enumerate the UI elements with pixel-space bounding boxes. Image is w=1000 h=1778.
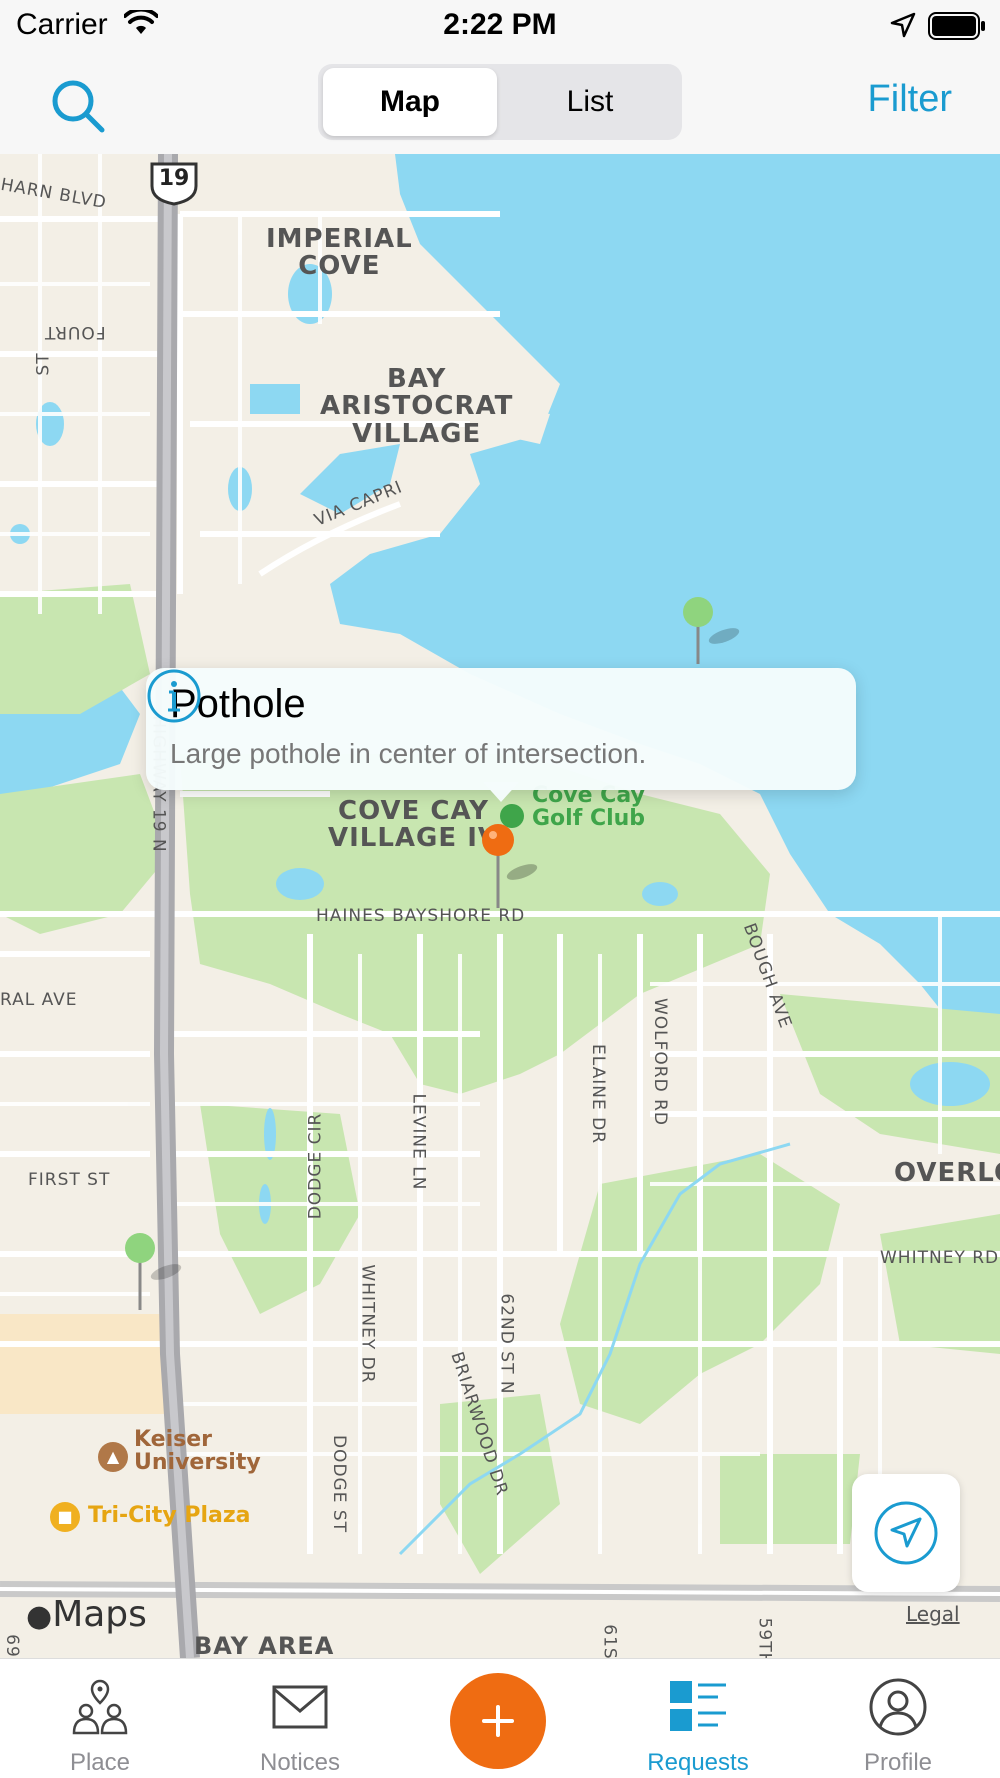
area-label-bay-aristocrat: BAY ARISTOCRAT VILLAGE	[320, 364, 514, 449]
street-label-69: 69	[1, 1634, 22, 1658]
tab-place-label: Place	[69, 1749, 131, 1776]
map-view[interactable]: IMPERIAL COVE BAY ARISTOCRAT VILLAGE COV…	[0, 154, 1000, 1658]
nav-bar: Map List Filter	[0, 52, 1000, 154]
apple-maps-attribution: ●Maps	[26, 1594, 147, 1635]
legal-link[interactable]: Legal	[906, 1602, 960, 1626]
app-screen: Carrier 2:22 PM Map List Filter IMPERIAL…	[0, 0, 1000, 1778]
street-label-ral-ave: RAL AVE	[0, 990, 78, 1010]
status-time: 2:22 PM	[443, 8, 557, 41]
status-bar: Carrier 2:22 PM	[0, 0, 1000, 52]
street-label-elaine-dr: ELAINE DR	[588, 1043, 609, 1145]
requests-list-icon	[670, 1681, 726, 1731]
shopping-bag-icon: ■	[50, 1502, 80, 1532]
street-label-59th: 59TH	[754, 1617, 775, 1658]
segment-map[interactable]: Map	[323, 68, 497, 136]
tab-profile[interactable]: Profile	[798, 1659, 998, 1778]
poi-keiser-label: Keiser University	[134, 1427, 261, 1476]
street-label-fourth: FOURT	[44, 322, 106, 342]
view-mode-segmented-control: Map List	[318, 64, 682, 140]
street-label-61st: 61S	[599, 1624, 620, 1658]
apple-logo-icon: ●	[26, 1599, 53, 1634]
map-pin-selected[interactable]	[478, 820, 538, 920]
add-request-button[interactable]	[450, 1673, 546, 1769]
street-label-dodge-cir: DODGE CIR	[305, 1112, 326, 1220]
area-label-imperial-cove: IMPERIAL COVE	[266, 224, 413, 282]
segment-list[interactable]: List	[503, 68, 677, 136]
tab-notices-label: Notices	[259, 1749, 341, 1776]
street-label-dodge-st: DODGE ST	[329, 1434, 350, 1534]
pin-callout[interactable]: Pothole Large pothole in center of inter…	[146, 668, 856, 790]
filter-button[interactable]: Filter	[868, 78, 952, 121]
location-arrow-icon	[890, 12, 916, 38]
street-label-62nd-st: 62ND ST N	[496, 1293, 517, 1395]
area-label-bay-area: BAY AREA	[194, 1632, 335, 1658]
location-arrow-icon	[874, 1501, 938, 1565]
street-label-whitney-rd: WHITNEY RD	[880, 1248, 1000, 1268]
callout-subtitle: Large pothole in center of intersection.	[170, 738, 647, 769]
area-label-overlook: OVERLO	[894, 1158, 1000, 1188]
envelope-icon	[272, 1685, 328, 1729]
tab-requests[interactable]: Requests	[598, 1659, 798, 1778]
map-pin-green-west[interactable]	[122, 1230, 182, 1320]
street-label-fourth-st: ST	[33, 352, 54, 376]
street-label-wolford-rd: WOLFORD RD	[650, 997, 671, 1127]
info-icon[interactable]	[146, 668, 202, 724]
maps-attribution-label: Maps	[52, 1594, 147, 1635]
tab-profile-label: Profile	[863, 1749, 933, 1776]
battery-icon	[928, 12, 985, 40]
street-label-first-st: FIRST ST	[28, 1170, 111, 1190]
route-shield-number: 19	[158, 166, 190, 191]
locate-me-button[interactable]	[852, 1474, 960, 1592]
tab-notices[interactable]: Notices	[200, 1659, 400, 1778]
tab-bar: Place Notices Requests Profile	[0, 1658, 1000, 1778]
poi-golf-club-label: Cove Cay Golf Club	[532, 783, 646, 832]
area-label-cove-cay: COVE CAY VILLAGE IV	[328, 796, 498, 854]
graduation-cap-icon: ▲	[98, 1442, 128, 1472]
place-icon	[72, 1679, 128, 1735]
poi-tricity-label: Tri-City Plaza	[88, 1503, 251, 1528]
tab-place[interactable]: Place	[0, 1659, 200, 1778]
profile-icon	[869, 1678, 927, 1736]
plus-icon	[482, 1705, 514, 1737]
route-shield-19: 19	[148, 160, 200, 206]
callout-pointer	[483, 782, 519, 802]
search-icon[interactable]	[48, 76, 108, 136]
street-label-levine-ln: LEVINE LN	[408, 1093, 429, 1191]
street-label-whitney-dr: WHITNEY DR	[357, 1264, 378, 1384]
tab-requests-label: Requests	[647, 1749, 749, 1776]
